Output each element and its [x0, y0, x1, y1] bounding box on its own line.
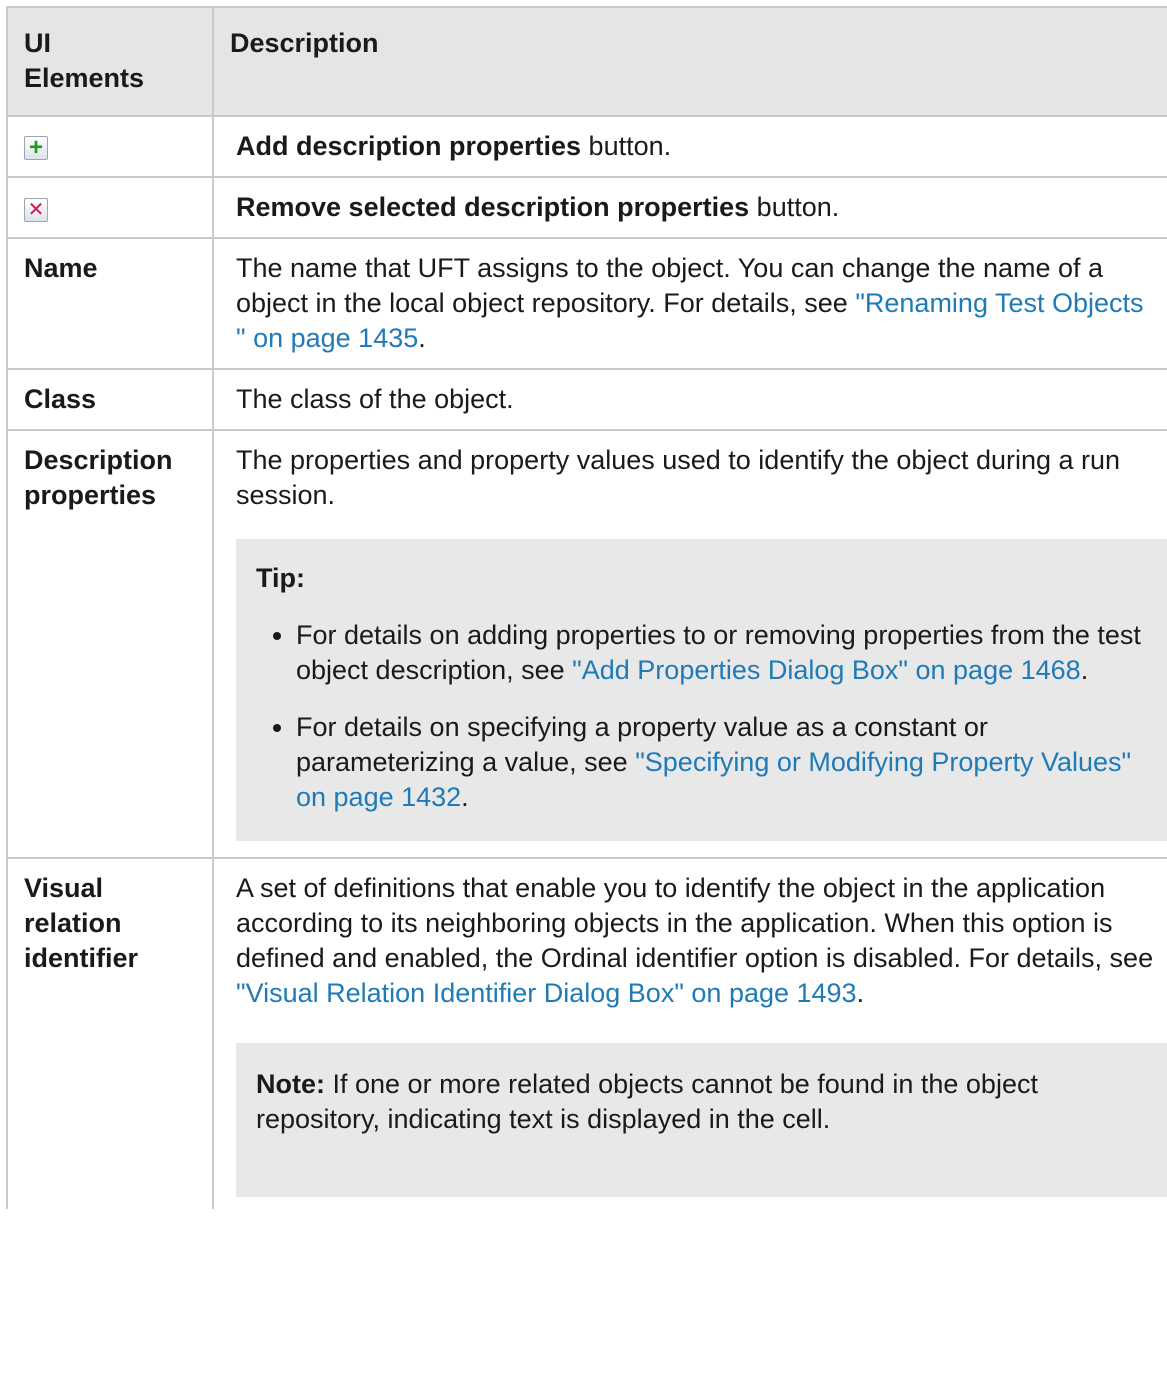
name-label: Name — [6, 237, 214, 370]
visual-relation-identifier-description: A set of definitions that enable you to … — [212, 857, 1167, 1209]
header-description: Description — [212, 6, 1167, 117]
visual-relation-identifier-dialog-link[interactable]: "Visual Relation Identifier Dialog Box" … — [236, 978, 857, 1008]
class-label: Class — [6, 368, 214, 431]
add-properties-dialog-link[interactable]: "Add Properties Dialog Box" on page 1468 — [572, 655, 1081, 685]
table-row: + Add description properties button. — [6, 115, 1167, 178]
table-row: Name The name that UFT assigns to the ob… — [6, 237, 1167, 370]
add-description-properties-suffix: button. — [581, 131, 672, 161]
ui-elements-table: UI Elements Description + Add description… — [6, 6, 1167, 1209]
table-header-row: UI Elements Description — [6, 6, 1167, 117]
remove-icon[interactable]: ✕ — [24, 198, 48, 222]
visual-relation-identifier-label: Visual relation identifier — [6, 857, 214, 1209]
table-row: ✕ Remove selected description properties… — [6, 176, 1167, 239]
add-description-properties-label: Add description properties — [236, 131, 582, 161]
tip-item: For details on adding properties to or r… — [296, 618, 1142, 688]
header-ui-elements: UI Elements — [6, 6, 214, 117]
remove-properties-suffix: button. — [749, 192, 840, 222]
name-description: The name that UFT assigns to the object.… — [212, 237, 1167, 370]
note-title: Note: — [256, 1069, 325, 1099]
tip-callout: Tip: For details on adding properties to… — [236, 539, 1167, 841]
note-callout: Note: If one or more related objects can… — [236, 1043, 1167, 1197]
tip-list: For details on adding properties to or r… — [256, 618, 1142, 815]
add-icon[interactable]: + — [24, 136, 48, 160]
note-text: If one or more related objects cannot be… — [256, 1069, 1038, 1134]
row-label-cell: + — [6, 115, 214, 178]
description-properties-text: The properties and property values used … — [236, 445, 1121, 510]
row-description-cell: Remove selected description properties b… — [212, 176, 1167, 239]
tip-item: For details on specifying a property val… — [296, 710, 1142, 815]
description-properties-description: The properties and property values used … — [212, 429, 1167, 859]
table-row: Description properties The properties and… — [6, 429, 1167, 859]
tip-title: Tip: — [256, 563, 305, 593]
table-row: Class The class of the object. — [6, 368, 1167, 431]
remove-properties-label: Remove selected description properties — [236, 192, 750, 222]
row-description-cell: Add description properties button. — [212, 115, 1167, 178]
row-label-cell: ✕ — [6, 176, 214, 239]
description-properties-label: Description properties — [6, 429, 214, 859]
class-description: The class of the object. — [212, 368, 1167, 431]
table-row: Visual relation identifier A set of defini… — [6, 857, 1167, 1209]
